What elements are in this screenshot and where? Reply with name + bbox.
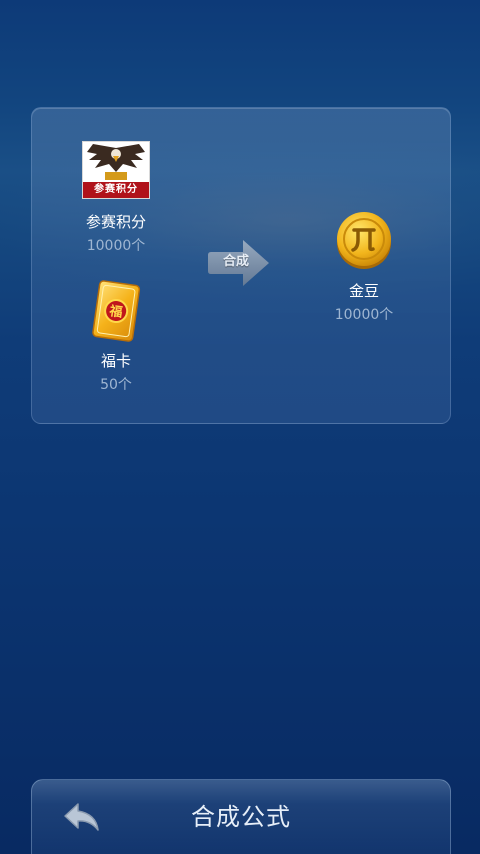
- fortune-card-icon: 福: [92, 280, 141, 342]
- ingredient-name: 福卡: [100, 352, 131, 370]
- result-quantity: 10000个: [334, 307, 394, 323]
- page-title: 合成公式: [191, 803, 291, 831]
- combine-button[interactable]: 合成: [207, 238, 271, 288]
- bottom-title-bar: 合成公式: [31, 779, 451, 854]
- ingredient-points[interactable]: 参赛积分 参赛积分 10000个: [82, 141, 150, 255]
- result-gold-beans[interactable]: 金豆 10000个: [326, 210, 402, 324]
- ingredient-name: 参赛积分: [85, 213, 146, 231]
- gold-coin-icon: [337, 212, 391, 269]
- svg-text:福: 福: [107, 303, 123, 321]
- ingredient-quantity: 50个: [100, 377, 132, 393]
- ingredient-quantity: 10000个: [86, 238, 146, 254]
- combine-label: 合成: [222, 254, 249, 269]
- result-name: 金豆: [348, 282, 379, 300]
- tournament-points-icon: 参赛积分: [82, 141, 150, 199]
- ingredient-fortune-card[interactable]: 福 福卡 50个: [82, 280, 150, 394]
